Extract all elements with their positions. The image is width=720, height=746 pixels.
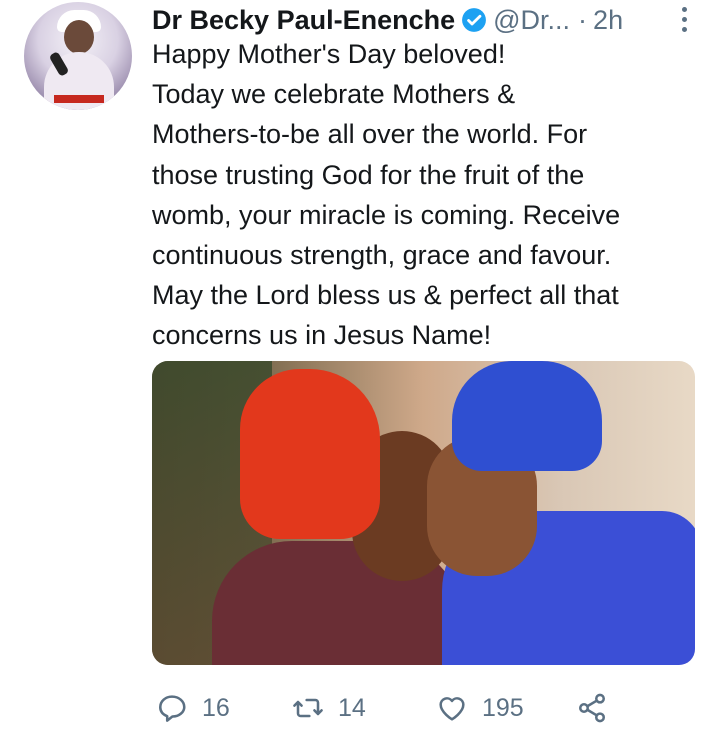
like-count: 195 [482, 693, 524, 722]
tweet-text: Happy Mother's Day beloved! Today we cel… [152, 34, 692, 356]
like-button[interactable]: 195 [436, 686, 524, 730]
author-handle[interactable]: @Dr... [493, 5, 570, 36]
photo-blue-headwrap [452, 361, 602, 471]
share-button[interactable] [576, 686, 608, 730]
photo-red-headwrap [240, 369, 380, 539]
tweet-text-line: May the Lord bless us & perfect all that [152, 280, 619, 311]
verified-badge-icon [462, 8, 487, 32]
tweet-photo[interactable] [152, 361, 695, 665]
share-icon [579, 693, 605, 723]
timestamp[interactable]: 2h [593, 5, 623, 36]
separator-dot: · [578, 4, 588, 35]
tweet-text-line: Happy Mother's Day beloved! [152, 39, 506, 69]
retweet-count: 14 [338, 693, 366, 722]
reply-button[interactable]: 16 [156, 686, 230, 730]
tweet-text-line: womb, your miracle is coming. Receive [152, 199, 621, 230]
more-options-icon[interactable] [674, 4, 694, 36]
heart-icon [439, 697, 465, 721]
tweet-text-line: Today we celebrate Mothers & [152, 79, 516, 110]
tweet-text-line: those trusting God for the fruit of the [152, 159, 585, 190]
retweet-button[interactable]: 14 [292, 686, 366, 730]
avatar-head [64, 20, 94, 54]
avatar[interactable] [24, 2, 132, 110]
avatar-badge [54, 95, 104, 103]
author-name[interactable]: Dr Becky Paul-Enenche [152, 5, 455, 36]
retweet-icon [293, 698, 323, 718]
tweet-text-line: continuous strength, grace and favour. [152, 240, 612, 271]
reply-icon [159, 695, 186, 722]
tweet-actions: 16 14 195 [152, 686, 632, 730]
tweet-text-line: Mothers-to-be all over the world. For [152, 119, 588, 150]
reply-count: 16 [202, 693, 230, 722]
tweet-text-line: concerns us in Jesus Name! [152, 320, 492, 351]
